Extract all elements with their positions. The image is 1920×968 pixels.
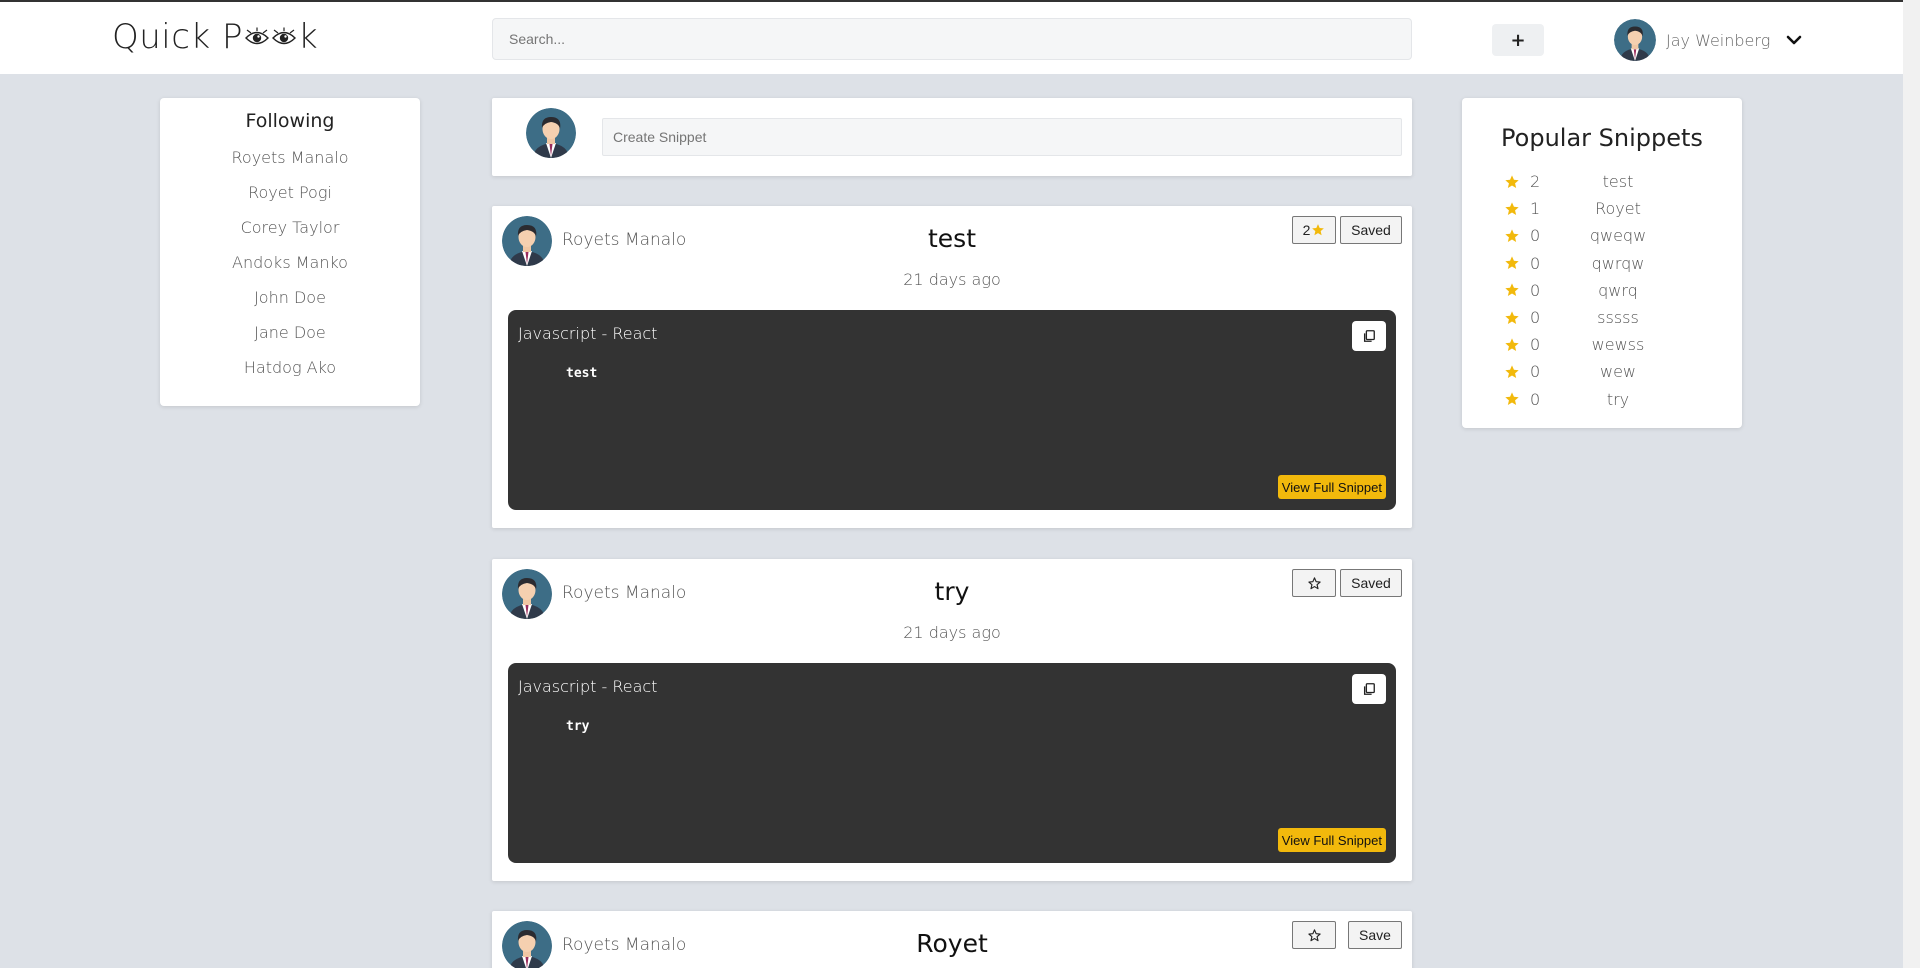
star-icon — [1504, 282, 1520, 298]
logo-eyes — [244, 26, 297, 48]
popular-count: 2 — [1530, 172, 1541, 192]
popular-count: 0 — [1530, 308, 1541, 328]
saved-button[interactable]: Saved — [1340, 569, 1402, 597]
popular-item[interactable]: 0 qweqw — [1504, 222, 1704, 249]
popular-item[interactable]: 1 Royet — [1504, 195, 1704, 222]
popular-list: 2 test 1 Royet 0 qweqw 0 qwrqw 0 qwrq 0 sssss … — [1504, 168, 1704, 413]
quickpeek-logo[interactable]: Quick P k — [112, 14, 318, 60]
top-navbar: Quick P k + Jay Weinberg — [0, 2, 1903, 74]
popular-count: 0 — [1530, 226, 1541, 246]
star-icon — [1504, 228, 1520, 244]
snippet-card: Royets Manalo Royet Save — [492, 911, 1412, 968]
snippet-title: test — [927, 224, 976, 253]
popular-snippets-panel: Popular Snippets 2 test 1 Royet 0 qweqw 0 qw… — [1462, 98, 1742, 428]
popular-name: qwrqw — [1591, 253, 1645, 273]
popular-item[interactable]: 2 test — [1504, 168, 1704, 195]
view-full-snippet-button[interactable]: View Full Snippet — [1277, 828, 1386, 852]
eye-icon — [244, 26, 270, 48]
popular-name: Royet — [1595, 199, 1641, 219]
copy-button[interactable] — [1352, 674, 1386, 704]
star-icon — [1504, 337, 1520, 353]
star-button[interactable] — [1292, 921, 1336, 949]
popular-item[interactable]: 0 wew — [1504, 358, 1704, 385]
code-block: Javascript - React test View Full Snippe… — [508, 310, 1396, 510]
following-list: Royets Manalo Royet Pogi Corey Taylor An… — [160, 140, 420, 385]
code-language: Javascript - React — [518, 324, 658, 343]
view-full-snippet-button[interactable]: View Full Snippet — [1277, 475, 1386, 499]
star-icon — [1504, 255, 1520, 271]
code-content: test — [566, 366, 598, 381]
popular-count: 0 — [1530, 253, 1541, 273]
create-snippet-card — [492, 98, 1412, 176]
star-icon — [1311, 223, 1325, 237]
code-block: Javascript - React try View Full Snippet — [508, 663, 1396, 863]
popular-count: 0 — [1530, 362, 1541, 382]
star-outline-icon — [1307, 928, 1322, 943]
copy-icon — [1362, 682, 1376, 696]
popular-count: 0 — [1530, 280, 1541, 300]
star-icon — [1504, 310, 1520, 326]
copy-icon — [1362, 329, 1376, 343]
chevron-down-icon[interactable] — [1786, 34, 1802, 46]
user-name: Jay Weinberg — [1666, 30, 1771, 50]
star-icon — [1504, 174, 1520, 190]
popular-name: sssss — [1597, 308, 1639, 328]
snippet-timestamp: 21 days ago — [903, 270, 1001, 289]
following-item[interactable]: Jane Doe — [160, 315, 420, 350]
star-icon — [1504, 391, 1520, 407]
following-title: Following — [245, 110, 335, 132]
popular-count: 0 — [1530, 389, 1541, 409]
saved-button[interactable]: Saved — [1340, 216, 1402, 244]
following-item[interactable]: Royets Manalo — [160, 140, 420, 175]
popular-item[interactable]: 0 wewss — [1504, 331, 1704, 358]
user-menu[interactable]: Jay Weinberg — [1614, 18, 1802, 62]
page-scrollbar[interactable] — [1903, 0, 1920, 968]
star-icon — [1504, 364, 1520, 380]
following-item[interactable]: Royet Pogi — [160, 175, 420, 210]
following-item[interactable]: Hatdog Ako — [160, 350, 420, 385]
popular-name: wewss — [1591, 335, 1645, 355]
eye-icon — [271, 26, 297, 48]
popular-item[interactable]: 0 try — [1504, 386, 1704, 413]
snippet-card: Royets Manalo try 21 days ago Saved Java… — [492, 559, 1412, 881]
popular-name: qweqw — [1589, 226, 1647, 246]
star-icon — [1504, 201, 1520, 217]
popular-item[interactable]: 0 sssss — [1504, 304, 1704, 331]
star-outline-icon — [1307, 576, 1322, 591]
snippet-card: Royets Manalo test 21 days ago 2 Saved J… — [492, 206, 1412, 528]
popular-item[interactable]: 0 qwrq — [1504, 277, 1704, 304]
code-content: try — [566, 719, 590, 734]
snippet-timestamp: 21 days ago — [903, 623, 1001, 642]
snippet-title: try — [934, 577, 970, 606]
following-item[interactable]: Andoks Manko — [160, 245, 420, 280]
copy-button[interactable] — [1352, 321, 1386, 351]
create-snippet-input[interactable] — [602, 118, 1402, 156]
user-avatar — [1614, 19, 1656, 61]
following-panel: Following Royets Manalo Royet Pogi Corey… — [160, 98, 420, 406]
popular-name: try — [1606, 389, 1630, 409]
snippet-title: Royet — [916, 929, 988, 958]
popular-count: 0 — [1530, 335, 1541, 355]
star-count: 2 — [1302, 222, 1311, 238]
plus-icon: + — [1510, 29, 1526, 51]
add-snippet-button[interactable]: + — [1492, 24, 1544, 56]
popular-name: qwrq — [1598, 280, 1638, 300]
popular-title: Popular Snippets — [1501, 124, 1703, 152]
user-avatar — [526, 108, 576, 158]
popular-count: 1 — [1530, 199, 1541, 219]
star-button[interactable]: 2 — [1292, 216, 1336, 244]
code-language: Javascript - React — [518, 677, 658, 696]
popular-name: test — [1602, 172, 1634, 192]
star-button[interactable] — [1292, 569, 1336, 597]
following-item[interactable]: Corey Taylor — [160, 210, 420, 245]
save-button[interactable]: Save — [1348, 921, 1402, 949]
popular-item[interactable]: 0 qwrqw — [1504, 250, 1704, 277]
popular-name: wew — [1599, 362, 1636, 382]
following-item[interactable]: John Doe — [160, 280, 420, 315]
search-input[interactable] — [492, 18, 1412, 60]
